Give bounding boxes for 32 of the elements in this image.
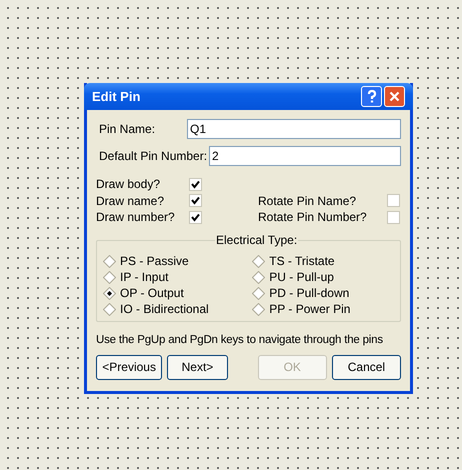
hint-text: Use the PgUp and PgDn keys to navigate through the pins xyxy=(96,332,383,348)
radio-option[interactable]: OP - Output xyxy=(103,284,252,302)
dialog-button[interactable]: Cancel xyxy=(332,354,401,380)
checkbox-label: Rotate Pin Name? xyxy=(258,192,358,210)
radio-option[interactable]: PP - Power Pin xyxy=(252,300,394,318)
field-label: Pin Name: xyxy=(98,121,156,138)
checkbox[interactable] xyxy=(189,178,202,191)
checkbox[interactable] xyxy=(189,194,202,208)
close-button[interactable] xyxy=(384,86,405,107)
radio-option[interactable]: PU - Pull-up xyxy=(252,268,394,286)
checkbox-label: Draw number? xyxy=(96,209,176,226)
close-icon xyxy=(389,91,400,102)
dialog-button[interactable]: <Previous xyxy=(96,354,162,380)
radio-option[interactable]: PD - Pull-down xyxy=(252,284,394,302)
radio-option[interactable]: IO - Bidirectional xyxy=(103,300,252,318)
radio-option[interactable]: IP - Input xyxy=(103,268,252,286)
radio-option[interactable]: PS - Passive xyxy=(103,252,252,270)
radio-option[interactable]: TS - Tristate xyxy=(252,252,394,270)
checkbox-label: Rotate Pin Number? xyxy=(258,209,368,226)
checkbox[interactable] xyxy=(387,194,400,208)
group-label: Electrical Type: xyxy=(215,232,298,248)
checkbox-label: Draw name? xyxy=(96,192,166,210)
checkbox[interactable] xyxy=(189,210,202,224)
field-label: Default Pin Number: xyxy=(98,148,208,165)
help-button[interactable] xyxy=(361,86,382,107)
question-icon xyxy=(366,90,376,103)
checkbox[interactable] xyxy=(387,210,400,224)
checkbox-label: Draw body? xyxy=(96,176,162,194)
dialog-button[interactable]: Next> xyxy=(167,354,228,380)
input-field[interactable]: 2 xyxy=(209,146,401,166)
input-field[interactable]: Q1 xyxy=(187,119,401,139)
window-title: Edit Pin xyxy=(92,88,142,106)
